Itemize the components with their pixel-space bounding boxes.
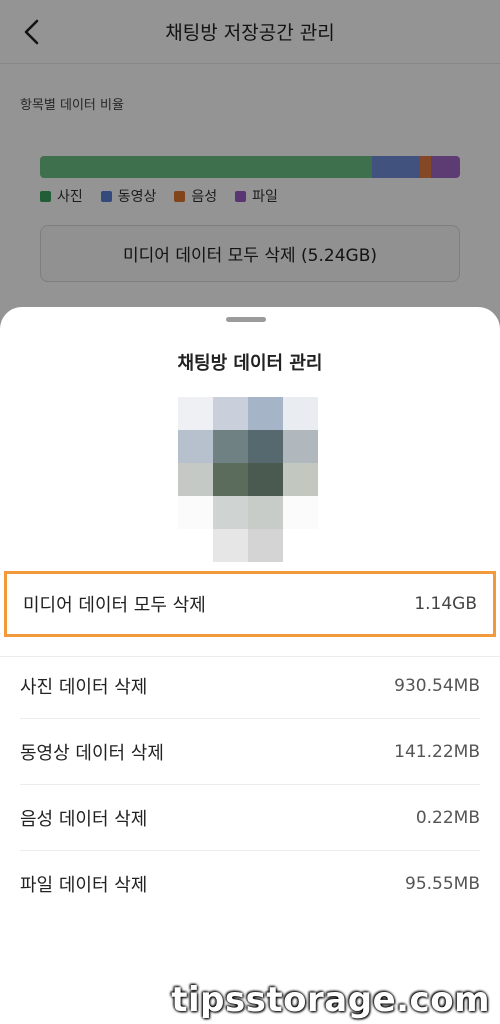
delete-video-row[interactable]: 동영상 데이터 삭제 141.22MB xyxy=(20,719,480,785)
delete-voice-row[interactable]: 음성 데이터 삭제 0.22MB xyxy=(20,785,480,851)
watermark: tipsstorage.com xyxy=(171,980,490,1020)
delete-options-list: 사진 데이터 삭제 930.54MB 동영상 데이터 삭제 141.22MB 음… xyxy=(0,653,500,917)
row-label: 음성 데이터 삭제 xyxy=(20,808,148,830)
bottom-sheet: 채팅방 데이터 관리 미디어 데이터 모두 삭제 1.14GB 사진 데이터 삭… xyxy=(0,307,500,1024)
row-label: 미디어 데이터 모두 삭제 xyxy=(23,595,206,616)
row-label: 동영상 데이터 삭제 xyxy=(20,742,164,764)
sheet-title: 채팅방 데이터 관리 xyxy=(177,353,323,374)
row-value: 930.54MB xyxy=(394,675,480,696)
delete-file-row[interactable]: 파일 데이터 삭제 95.55MB xyxy=(20,851,480,917)
row-label: 사진 데이터 삭제 xyxy=(20,676,148,698)
row-value: 141.22MB xyxy=(394,741,480,762)
row-value: 95.55MB xyxy=(405,874,480,894)
sheet-drag-handle[interactable] xyxy=(226,317,266,322)
media-delete-all-row[interactable]: 미디어 데이터 모두 삭제 1.14GB xyxy=(4,571,496,637)
delete-photo-row[interactable]: 사진 데이터 삭제 930.54MB xyxy=(20,653,480,719)
row-label: 파일 데이터 삭제 xyxy=(20,875,148,896)
row-value: 0.22MB xyxy=(415,807,480,828)
row-value: 1.14GB xyxy=(414,594,477,614)
chat-room-avatar xyxy=(178,397,318,563)
